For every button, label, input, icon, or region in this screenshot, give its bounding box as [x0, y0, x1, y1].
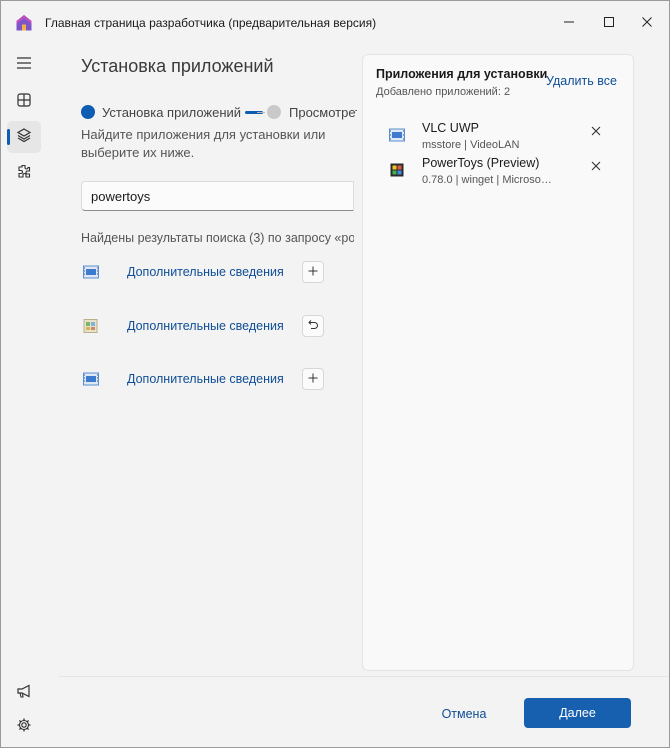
nav-feedback[interactable]	[7, 677, 41, 709]
close-icon	[591, 123, 601, 141]
selected-app-item: PowerToys (Preview) 0.78.0 | winget | Mi…	[363, 156, 633, 192]
maximize-button[interactable]	[589, 7, 629, 37]
result-row: Дополнительные сведения	[81, 257, 341, 287]
step-connector-rest	[257, 112, 265, 113]
cancel-button[interactable]: Отмена	[421, 700, 507, 728]
nav-settings[interactable]	[7, 711, 41, 743]
step-label-install: Установка приложений	[102, 105, 242, 120]
step-dot-active	[81, 105, 95, 119]
window-title: Главная страница разработчика (предварит…	[45, 16, 377, 30]
selected-app-meta: msstore | VideoLAN	[422, 139, 520, 151]
result-row: Дополнительные сведения	[81, 364, 341, 394]
nav-menu-button[interactable]	[7, 49, 41, 81]
title-bar: Главная страница разработчика (предварит…	[1, 1, 669, 45]
undo-icon	[307, 317, 319, 335]
more-info-link[interactable]: Дополнительные сведения	[127, 319, 284, 333]
app-window: Главная страница разработчика (предварит…	[0, 0, 670, 748]
powertoys-icon	[389, 162, 405, 178]
extensions-icon	[16, 163, 32, 184]
step-label-review: Просмотреть	[289, 105, 357, 120]
remove-all-button[interactable]: Удалить все	[546, 74, 617, 88]
more-info-link[interactable]: Дополнительные сведения	[127, 265, 284, 279]
undo-button[interactable]	[302, 315, 324, 337]
layers-icon	[16, 127, 32, 148]
app-blue-icon	[83, 265, 99, 279]
nav-dashboard[interactable]	[7, 86, 41, 118]
selected-app-name: PowerToys (Preview)	[422, 156, 540, 170]
search-results-count: Найдены результаты поиска (3) по запросу…	[81, 231, 354, 245]
powertoys-icon	[83, 319, 99, 333]
nav-active-indicator	[7, 129, 10, 145]
minimize-button[interactable]	[549, 7, 589, 37]
add-button[interactable]	[302, 261, 324, 283]
selected-app-name: VLC UWP	[422, 121, 479, 135]
vlc-icon	[389, 127, 405, 143]
close-icon	[591, 158, 601, 176]
stepper: Установка приложений Просмотреть	[81, 103, 357, 123]
gear-icon	[16, 717, 32, 738]
search-input[interactable]	[81, 181, 354, 211]
selected-apps-count: Добавлено приложений: 2	[376, 86, 511, 98]
nav-extensions[interactable]	[7, 157, 41, 189]
step-dot-inactive	[267, 105, 281, 119]
page-title: Установка приложений	[81, 56, 274, 76]
dev-home-app-icon	[15, 14, 33, 32]
footer-divider	[59, 676, 669, 677]
app-blue-icon	[83, 372, 99, 386]
selected-app-meta: 0.78.0 | winget | Microsoft Corporation	[422, 174, 552, 186]
selected-apps-title: Приложения для установки	[376, 67, 548, 81]
selected-apps-panel: Приложения для установки Добавлено прило…	[362, 54, 634, 671]
nav-machine-config[interactable]	[7, 121, 41, 153]
dashboard-icon	[16, 92, 32, 113]
next-button[interactable]: Далее	[524, 698, 631, 728]
result-row: Дополнительные сведения	[81, 311, 341, 341]
plus-icon	[308, 263, 318, 281]
plus-icon	[308, 370, 318, 388]
more-info-link[interactable]: Дополнительные сведения	[127, 372, 284, 386]
description-text: Найдите приложения для установки или выб…	[81, 127, 326, 160]
remove-app-button[interactable]	[589, 125, 603, 139]
close-button[interactable]	[627, 7, 667, 37]
selected-app-item: VLC UWP msstore | VideoLAN	[363, 121, 633, 157]
menu-icon	[16, 56, 32, 75]
add-button[interactable]	[302, 368, 324, 390]
remove-app-button[interactable]	[589, 160, 603, 174]
feedback-icon	[16, 683, 32, 704]
